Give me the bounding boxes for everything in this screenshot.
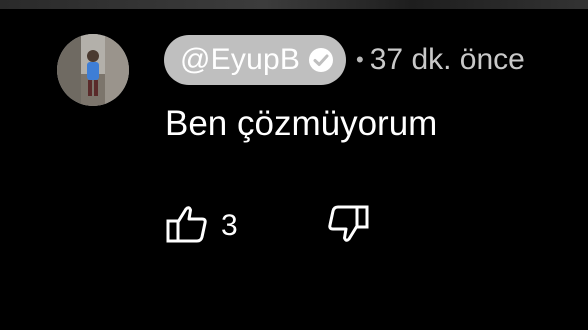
like-count: 3	[221, 209, 238, 242]
author-chip[interactable]: @EyupB	[164, 35, 347, 85]
dislike-button[interactable]	[326, 204, 370, 249]
avatar[interactable]	[57, 34, 129, 106]
comment-header: @EyupB • 37 dk. önce	[164, 34, 525, 86]
comment-actions: 3	[165, 204, 370, 248]
author-name[interactable]: @EyupB	[180, 43, 300, 77]
thumbs-down-icon	[326, 204, 370, 249]
top-edge-strip	[0, 0, 588, 9]
check-circle-icon	[308, 47, 334, 73]
thumbs-up-icon	[165, 204, 209, 249]
comment-text: Ben çözmüyorum	[165, 104, 438, 143]
separator-dot: •	[356, 47, 364, 72]
like-button[interactable]: 3	[165, 204, 238, 249]
comment-timestamp: 37 dk. önce	[369, 43, 525, 76]
comment-screenshot: @EyupB • 37 dk. önce Ben çözmüyorum 3	[0, 0, 588, 330]
